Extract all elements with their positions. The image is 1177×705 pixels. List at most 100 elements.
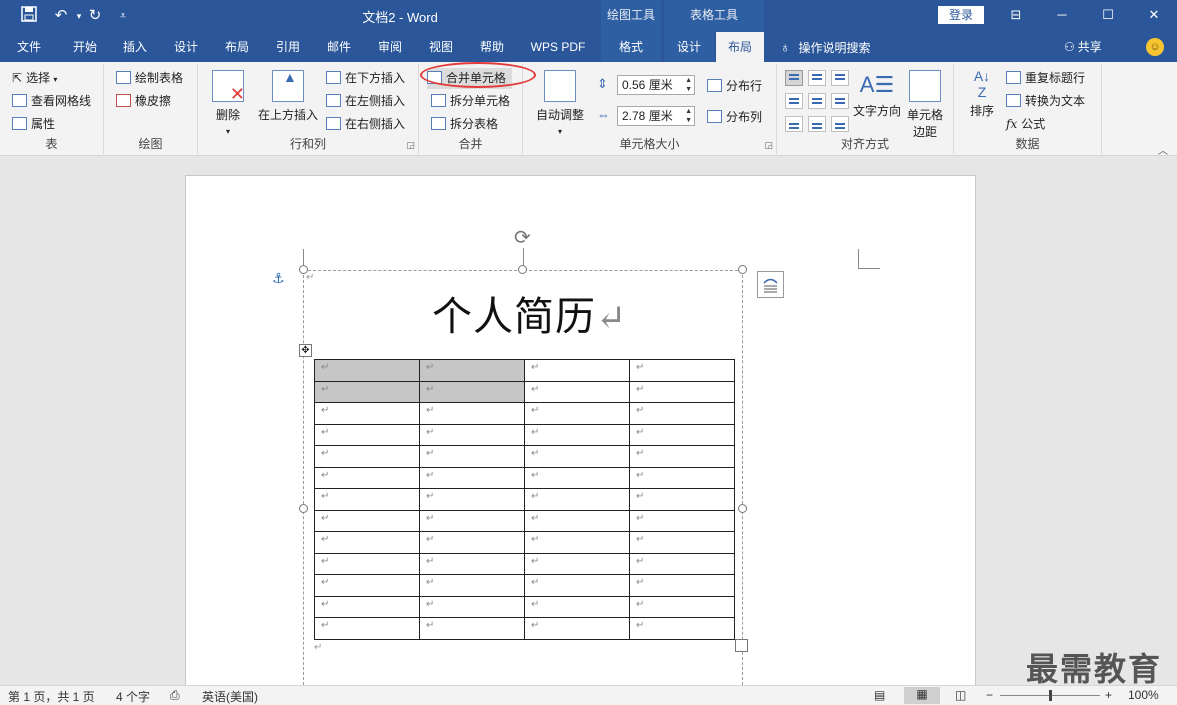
repeat-header-button[interactable]: 重复标题行 — [1006, 68, 1085, 89]
table-cell[interactable]: ↵ — [419, 595, 525, 618]
close-icon[interactable]: ✕ — [1131, 0, 1177, 30]
table-cell[interactable]: ↵ — [419, 552, 525, 575]
zoom-level[interactable]: 100% — [1128, 688, 1159, 702]
tab-file[interactable]: 文件 — [8, 32, 50, 62]
rotate-handle-icon[interactable]: ⟳ — [514, 225, 531, 250]
table-cell[interactable]: ↵ — [524, 380, 630, 403]
insert-above-button[interactable]: ▲ 在上方插入 — [256, 69, 320, 123]
table-cell[interactable]: ↵ — [524, 617, 630, 640]
table-cell[interactable]: ↵ — [524, 595, 630, 618]
tab-table-layout[interactable]: 布局 — [716, 32, 764, 63]
collapse-ribbon-icon[interactable]: ︿ — [1158, 142, 1168, 157]
table-cell[interactable]: ↵ — [524, 402, 630, 425]
table-cell[interactable]: ↵ — [524, 359, 630, 382]
convert-to-text-button[interactable]: 转换为文本 — [1006, 91, 1085, 112]
table-cell[interactable]: ↵ — [419, 509, 525, 532]
cell-margins-button[interactable]: 单元格 边距 — [903, 70, 947, 140]
table-cell[interactable]: ↵ — [629, 617, 735, 640]
align-bottom-left-icon[interactable] — [785, 116, 803, 132]
align-bottom-right-icon[interactable] — [831, 116, 849, 132]
table-cell[interactable]: ↵ — [314, 359, 420, 382]
table-cell[interactable]: ↵ — [314, 380, 420, 403]
dialog-launcher-icon[interactable]: ◲ — [406, 140, 415, 151]
table-cell[interactable]: ↵ — [524, 552, 630, 575]
table-cell[interactable]: ↵ — [629, 531, 735, 554]
table-cell[interactable]: ↵ — [629, 359, 735, 382]
table-cell[interactable]: ↵ — [524, 509, 630, 532]
distribute-rows-button[interactable]: 分布行 — [707, 76, 762, 97]
table-cell[interactable]: ↵ — [629, 466, 735, 489]
smiley-feedback-icon[interactable]: ☺ — [1146, 38, 1164, 56]
draw-table-button[interactable]: 绘制表格 — [116, 68, 183, 89]
proofing-icon[interactable]: ⎙ — [170, 688, 180, 703]
align-middle-right-icon[interactable] — [831, 93, 849, 109]
read-mode-icon[interactable]: ▤ — [874, 688, 885, 702]
table-cell[interactable]: ↵ — [629, 509, 735, 532]
resize-handle-top-center[interactable] — [518, 265, 527, 274]
tab-design[interactable]: 设计 — [165, 32, 207, 62]
table-cell[interactable]: ↵ — [629, 488, 735, 511]
properties-button[interactable]: 属性 — [12, 114, 55, 135]
table-cell[interactable]: ↵ — [629, 402, 735, 425]
formula-button[interactable]: fx 公式 — [1006, 114, 1045, 135]
table-cell[interactable]: ↵ — [419, 445, 525, 468]
spinner-arrows-icon[interactable]: ▲ ▼ — [685, 76, 692, 94]
table-cell[interactable]: ↵ — [419, 402, 525, 425]
tell-me-search[interactable]: ♁ 操作说明搜索 — [780, 32, 871, 62]
web-layout-icon[interactable]: ◫ — [955, 688, 966, 702]
delete-button[interactable]: ✕ 删除 ▾ — [208, 70, 248, 137]
text-direction-button[interactable]: A☰ 文字方向 — [853, 68, 901, 119]
page-count[interactable]: 第 1 页，共 1 页 — [8, 688, 95, 705]
word-count[interactable]: 4 个字 — [116, 688, 150, 705]
tab-wps-pdf[interactable]: WPS PDF — [522, 32, 594, 62]
table-cell[interactable]: ↵ — [314, 617, 420, 640]
resize-handle-middle-right[interactable] — [738, 504, 747, 513]
tab-layout[interactable]: 布局 — [216, 32, 258, 62]
language-indicator[interactable]: 英语(美国) — [202, 688, 258, 705]
insert-right-button[interactable]: 在右侧插入 — [326, 114, 405, 135]
align-top-right-icon[interactable] — [831, 70, 849, 86]
split-table-button[interactable]: 拆分表格 — [431, 114, 498, 135]
login-button[interactable]: 登录 — [938, 6, 984, 24]
table-cell[interactable]: ↵ — [314, 488, 420, 511]
ribbon-display-icon[interactable]: ⊟ — [993, 0, 1039, 30]
table-cell[interactable]: ↵ — [524, 488, 630, 511]
tab-home[interactable]: 开始 — [62, 32, 108, 62]
eraser-button[interactable]: 橡皮擦 — [116, 91, 171, 112]
table-cell[interactable]: ↵ — [314, 423, 420, 446]
save-icon[interactable] — [18, 6, 40, 26]
table-cell[interactable]: ↵ — [314, 509, 420, 532]
select-button[interactable]: ⇱ 选择 ▾ — [12, 68, 57, 89]
table-cell[interactable]: ↵ — [629, 380, 735, 403]
tab-table-design[interactable]: 设计 — [664, 32, 714, 62]
table-cell[interactable]: ↵ — [524, 466, 630, 489]
zoom-in-icon[interactable]: + — [1105, 688, 1112, 702]
autofit-button[interactable]: 自动调整 ▾ — [531, 70, 589, 137]
split-cells-button[interactable]: 拆分单元格 — [431, 91, 510, 112]
tab-view[interactable]: 视图 — [420, 32, 462, 62]
align-top-left-icon[interactable] — [785, 70, 803, 86]
dialog-launcher-icon[interactable]: ◲ — [764, 140, 773, 151]
table-cell[interactable]: ↵ — [314, 466, 420, 489]
table-cell[interactable]: ↵ — [629, 423, 735, 446]
table-cell[interactable]: ↵ — [629, 574, 735, 597]
tab-references[interactable]: 引用 — [267, 32, 309, 62]
table-cell[interactable]: ↵ — [314, 574, 420, 597]
resume-table[interactable]: ↵ ↵ ↵ ↵ ↵ ↵ ↵ ↵ ↵ ↵ ↵ ↵ ↵ ↵ ↵ ↵ ↵ ↵ ↵ ↵ ↵ ↵ ↵ ↵ ↵ ↵ ↵ ↵ ↵ ↵ ↵ ↵ ↵ ↵ ↵ ↵ ↵ ↵ ↵ ↵… — [314, 359, 735, 640]
align-middle-left-icon[interactable] — [785, 93, 803, 109]
tab-mailings[interactable]: 邮件 — [318, 32, 360, 62]
table-cell[interactable]: ↵ — [314, 552, 420, 575]
row-height-input[interactable]: 0.56 厘米 ▲ ▼ — [617, 75, 695, 95]
table-cell[interactable]: ↵ — [419, 488, 525, 511]
redo-icon[interactable]: ↻ — [84, 6, 106, 26]
anchor-icon[interactable]: ⚓ — [272, 270, 285, 287]
table-cell[interactable]: ↵ — [524, 423, 630, 446]
distribute-columns-button[interactable]: 分布列 — [707, 107, 762, 128]
resize-handle-middle-left[interactable] — [299, 504, 308, 513]
table-cell[interactable]: ↵ — [419, 574, 525, 597]
tab-review[interactable]: 审阅 — [369, 32, 411, 62]
table-cell[interactable]: ↵ — [524, 445, 630, 468]
insert-below-button[interactable]: 在下方插入 — [326, 68, 405, 89]
table-cell[interactable]: ↵ — [629, 552, 735, 575]
resize-handle-top-right[interactable] — [738, 265, 747, 274]
